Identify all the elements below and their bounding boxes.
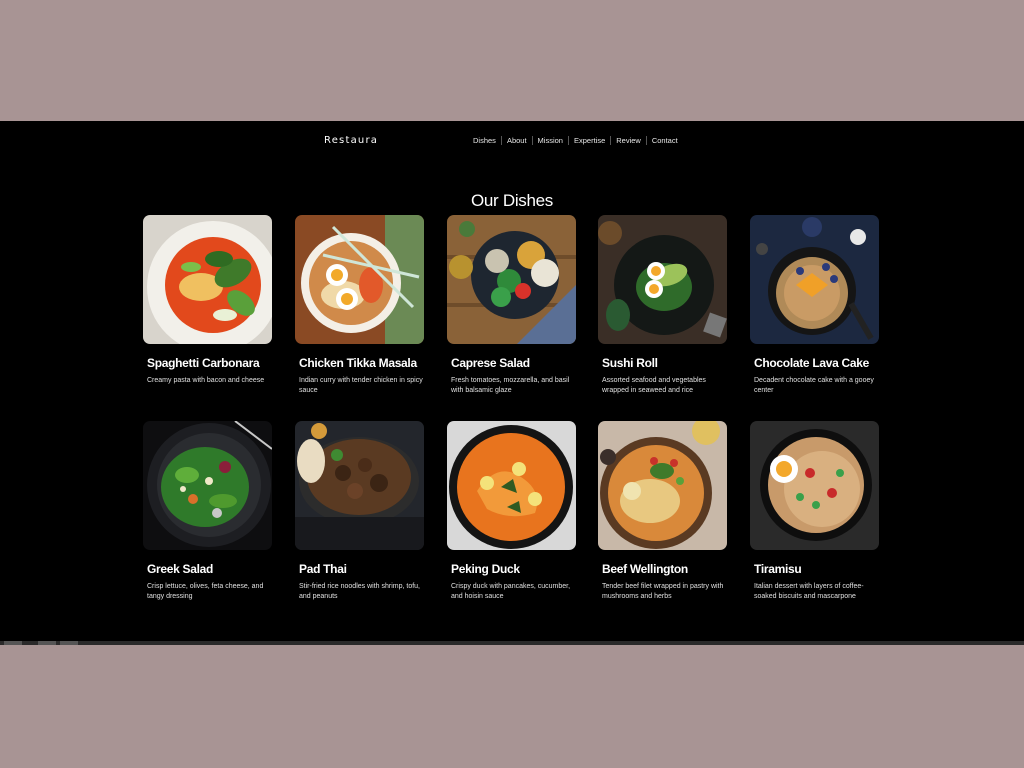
dish-name: Chocolate Lava Cake: [754, 356, 870, 370]
nav-link-about[interactable]: About: [502, 136, 532, 145]
dish-description: Tender beef filet wrapped in pastry with…: [602, 583, 724, 600]
dish-name: Spaghetti Carbonara: [147, 356, 260, 370]
dish-name: Beef Wellington: [602, 562, 688, 576]
dish-description: Assorted seafood and vegetables wrapped …: [602, 377, 706, 394]
dish-description: Decadent chocolate cake with a gooey cen…: [754, 377, 874, 394]
dish-image[interactable]: [750, 215, 879, 344]
section-title: Our Dishes: [470, 191, 554, 211]
dish-name: Sushi Roll: [602, 356, 658, 370]
dish-name: Peking Duck: [451, 562, 520, 576]
dish-card[interactable]: Caprese Salad Fresh tomatoes, mozzarella…: [447, 215, 576, 396]
nav-link-expertise[interactable]: Expertise: [569, 136, 610, 145]
dish-card[interactable]: Chicken Tikka Masala Indian curry with t…: [295, 215, 424, 396]
taskbar-icon[interactable]: [60, 641, 78, 645]
dish-name: Tiramisu: [754, 562, 802, 576]
nav-link-mission[interactable]: Mission: [533, 136, 568, 145]
dish-card[interactable]: Greek Salad Crisp lettuce, olives, feta …: [143, 421, 272, 602]
dish-description: Creamy pasta with bacon and cheese: [147, 377, 265, 384]
dish-description: Crispy duck with pancakes, cucumber, and…: [451, 583, 571, 600]
dish-description: Italian dessert with layers of coffee-so…: [754, 583, 864, 600]
dish-card[interactable]: Spaghetti Carbonara Creamy pasta with ba…: [143, 215, 272, 386]
dish-name: Greek Salad: [147, 562, 214, 576]
dish-name: Chicken Tikka Masala: [299, 356, 417, 370]
dish-image[interactable]: [750, 421, 879, 550]
dish-image[interactable]: [598, 421, 727, 550]
dish-description: Crisp lettuce, olives, feta cheese, and …: [147, 583, 264, 600]
dish-card[interactable]: Tiramisu Italian dessert with layers of …: [750, 421, 879, 602]
nav-links: Dishes About Mission Expertise Review Co…: [468, 136, 683, 145]
dish-card[interactable]: Pad Thai Stir-fried rice noodles with sh…: [295, 421, 424, 602]
dish-description: Indian curry with tender chicken in spic…: [299, 377, 423, 394]
navbar: Restaura Dishes About Mission Expertise …: [0, 121, 1024, 161]
taskbar-icon[interactable]: [38, 641, 56, 645]
dish-image[interactable]: [143, 421, 272, 550]
nav-link-contact[interactable]: Contact: [647, 136, 683, 145]
dish-card[interactable]: Chocolate Lava Cake Decadent chocolate c…: [750, 215, 879, 396]
dish-card[interactable]: Sushi Roll Assorted seafood and vegetabl…: [598, 215, 727, 396]
nav-link-dishes[interactable]: Dishes: [468, 136, 501, 145]
dish-name: Pad Thai: [299, 562, 347, 576]
dish-name: Caprese Salad: [451, 356, 530, 370]
brand-logo[interactable]: Restaura: [324, 135, 378, 146]
dish-description: Fresh tomatoes, mozzarella, and basil wi…: [451, 377, 570, 394]
dish-image[interactable]: [295, 215, 424, 344]
dish-card[interactable]: Peking Duck Crispy duck with pancakes, c…: [447, 421, 576, 602]
dish-image[interactable]: [143, 215, 272, 344]
dish-image[interactable]: [295, 421, 424, 550]
dish-image[interactable]: [447, 215, 576, 344]
dish-card[interactable]: Beef Wellington Tender beef filet wrappe…: [598, 421, 727, 602]
dish-image[interactable]: [447, 421, 576, 550]
taskbar-strip: [0, 641, 1024, 645]
dish-description: Stir-fried rice noodles with shrimp, tof…: [299, 583, 420, 600]
nav-link-review[interactable]: Review: [611, 136, 646, 145]
website-screen: Restaura Dishes About Mission Expertise …: [0, 121, 1024, 645]
taskbar-icon[interactable]: [4, 641, 22, 645]
dish-image[interactable]: [598, 215, 727, 344]
